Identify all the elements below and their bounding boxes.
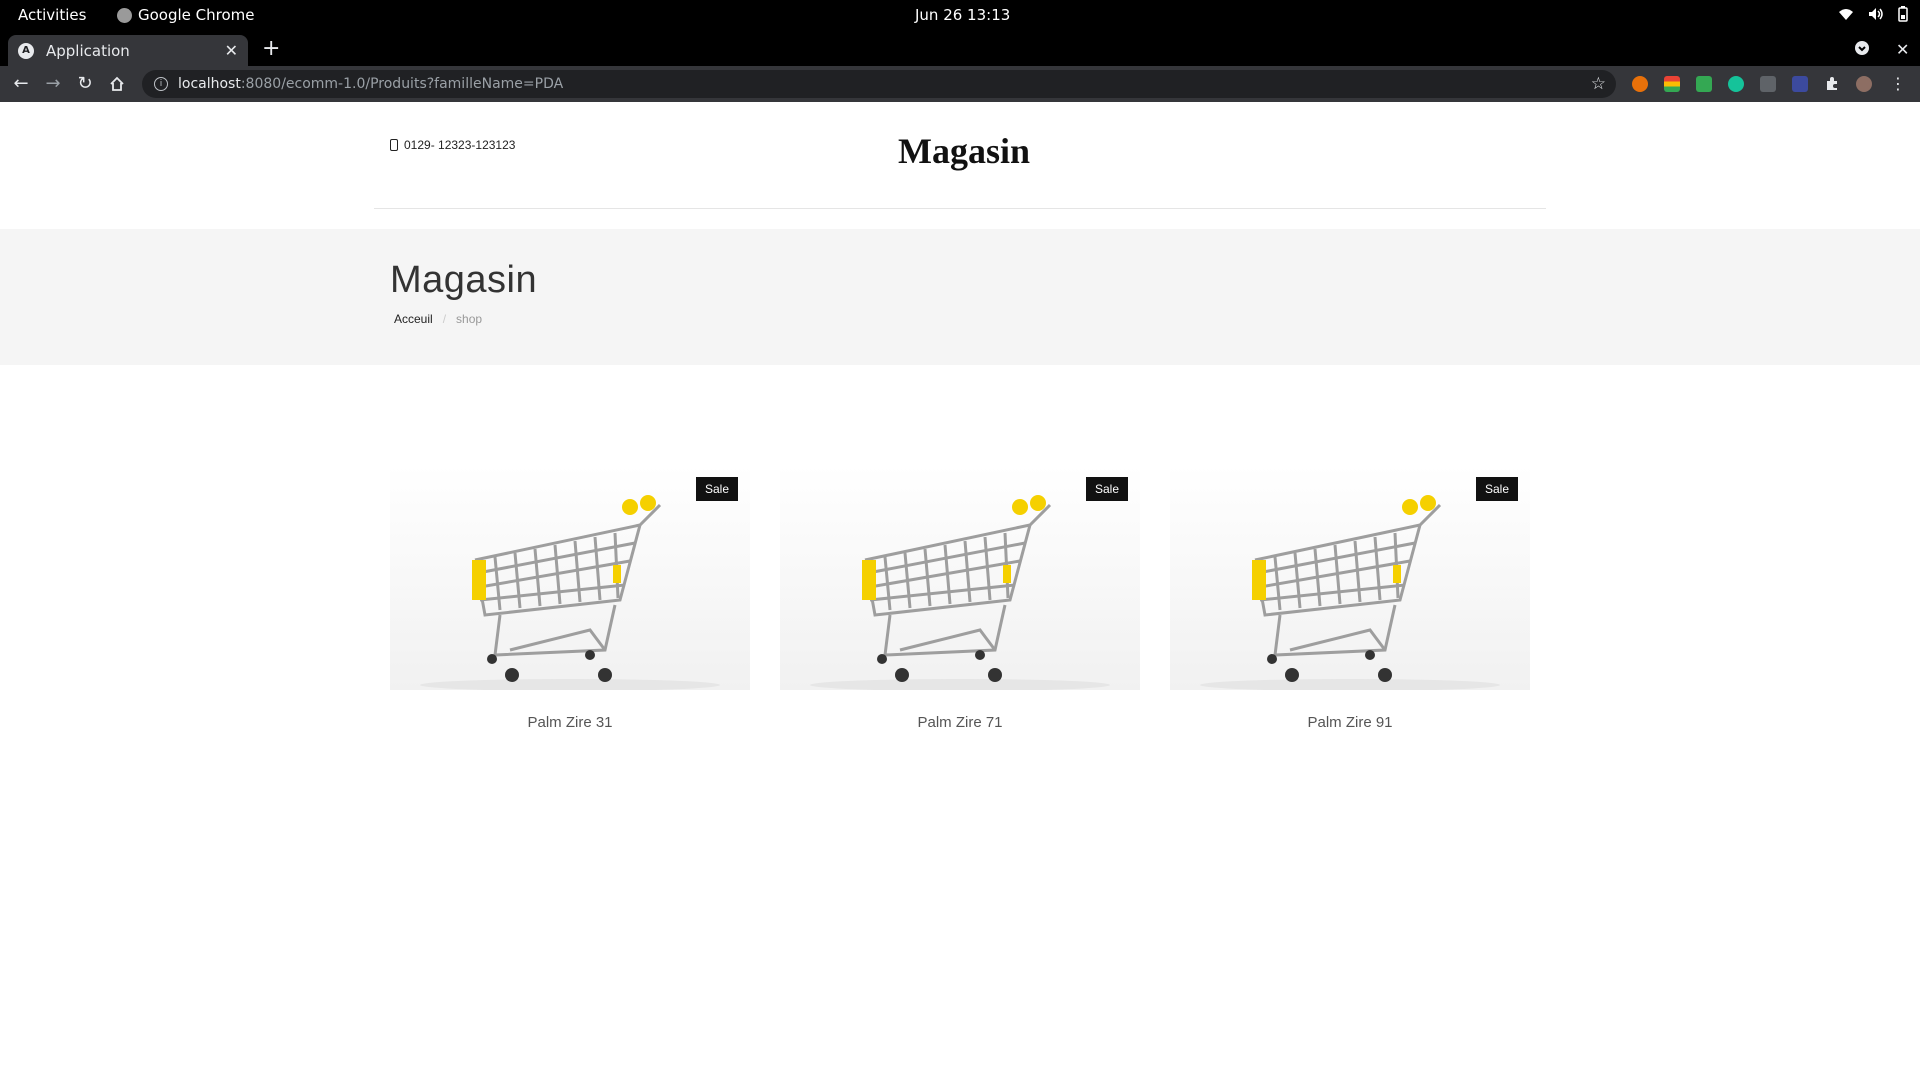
wifi-icon (1839, 9, 1853, 20)
close-tab-icon[interactable]: ✕ (225, 41, 238, 60)
web-page: 0129- 12323-123123 Magasin Magasin Acceu… (0, 102, 1920, 1080)
tab-search-icon[interactable] (1854, 40, 1870, 60)
site-header: 0129- 12323-123123 Magasin (374, 102, 1546, 209)
close-window-icon[interactable]: ✕ (1896, 40, 1909, 59)
sale-badge: Sale (1085, 477, 1128, 501)
extensions-puzzle-icon[interactable] (1824, 76, 1840, 92)
system-tray[interactable] (1838, 6, 1908, 22)
browser-toolbar: ← → ↻ i localhost :8080/ecomm-1.0/Produi… (0, 66, 1920, 102)
product-card[interactable]: Sale Palm Zire 71 (780, 465, 1140, 755)
page-title: Magasin (390, 259, 538, 301)
product-name[interactable]: Palm Zire 71 (780, 714, 1140, 731)
activities-button[interactable]: Activities (18, 6, 86, 24)
tab-favicon-icon: A (18, 42, 34, 59)
bookmark-star-icon[interactable]: ☆ (1591, 74, 1606, 94)
chrome-menu-icon[interactable]: ⋮ (1890, 76, 1906, 92)
volume-icon (1869, 8, 1883, 20)
product-card[interactable]: Sale Palm Zire 91 (1170, 465, 1530, 755)
url-path: :8080/ecomm-1.0/Produits?familleName=PDA (240, 76, 564, 92)
site-info-icon[interactable]: i (154, 77, 168, 91)
breadcrumb-home-link[interactable]: Acceuil (394, 312, 433, 326)
os-top-bar: Activities Google Chrome Jun 26 13:13 (0, 0, 1920, 32)
sale-badge: Sale (695, 477, 738, 501)
tab-title: Application (46, 41, 130, 60)
page-banner: Magasin Acceuil / shop (0, 229, 1920, 365)
breadcrumb-current: shop (456, 312, 483, 326)
site-logo[interactable]: Magasin (894, 130, 1034, 172)
product-name[interactable]: Palm Zire 91 (1170, 714, 1530, 731)
back-icon[interactable]: ← (9, 72, 33, 96)
app-menu[interactable]: Google Chrome (117, 6, 255, 24)
new-tab-button[interactable]: + (262, 38, 280, 60)
address-bar[interactable]: i localhost :8080/ecomm-1.0/Produits?fam… (142, 70, 1616, 98)
sale-badge: Sale (1475, 477, 1518, 501)
product-image[interactable]: Sale (780, 465, 1140, 690)
chrome-icon (117, 7, 132, 23)
phone-contact: 0129- 12323-123123 (390, 138, 515, 152)
grammarly-icon[interactable] (1728, 76, 1744, 92)
extension-f-icon[interactable] (1792, 76, 1808, 92)
url-host: localhost (178, 76, 241, 92)
profile-avatar[interactable] (1856, 76, 1872, 92)
breadcrumb: Acceuil / shop (394, 312, 482, 326)
phone-number: 0129- 12323-123123 (404, 138, 516, 152)
product-image[interactable]: Sale (1170, 465, 1530, 690)
extension-gray-icon[interactable] (1760, 76, 1776, 92)
app-name: Google Chrome (138, 6, 255, 24)
phone-icon (390, 139, 398, 151)
tab-strip: A Application ✕ + ✕ (0, 32, 1920, 66)
extension-w-icon[interactable] (1696, 76, 1712, 92)
breadcrumb-separator: / (442, 312, 447, 326)
extension-colorbars-icon[interactable] (1664, 76, 1680, 92)
product-image[interactable]: Sale (390, 465, 750, 690)
product-card[interactable]: Sale Palm Zire 31 (390, 465, 750, 755)
battery-icon (1898, 6, 1908, 22)
product-name[interactable]: Palm Zire 31 (390, 714, 750, 731)
home-icon[interactable] (105, 72, 129, 96)
clock[interactable]: Jun 26 13:13 (915, 6, 1035, 24)
extension-orange-icon[interactable] (1632, 76, 1648, 92)
forward-icon[interactable]: → (41, 72, 65, 96)
tab-application[interactable]: A Application ✕ (8, 35, 248, 66)
reload-icon[interactable]: ↻ (73, 72, 97, 96)
product-grid: Sale Palm Zire 31 Sale Palm Zire 71 Sale… (390, 465, 1530, 765)
